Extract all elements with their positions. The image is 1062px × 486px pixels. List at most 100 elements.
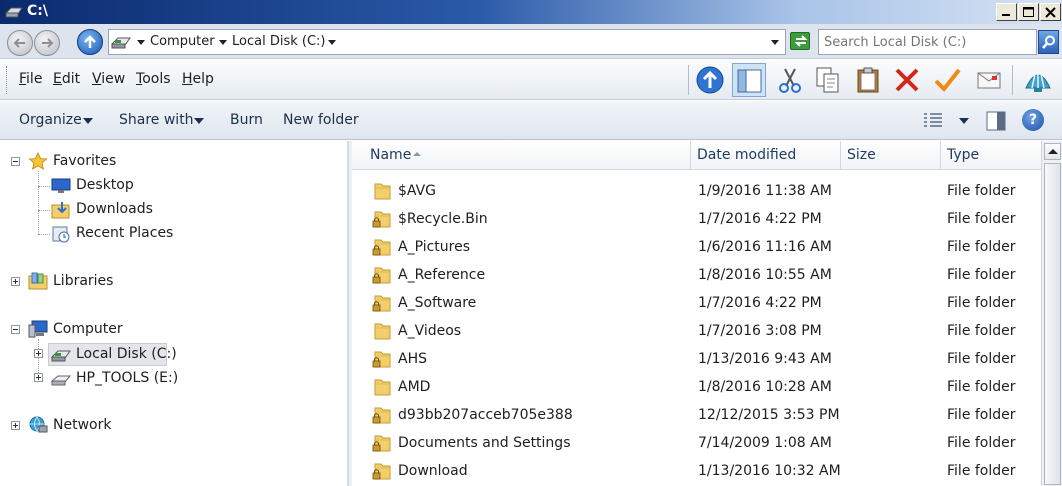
vertical-scrollbar[interactable]	[1041, 141, 1062, 486]
view-options-icon[interactable]	[923, 112, 943, 128]
nav-libraries[interactable]: Libraries	[53, 273, 113, 289]
minimize-icon	[1002, 14, 1010, 16]
column-header-name[interactable]: Name	[352, 141, 691, 170]
file-type: File folder	[947, 183, 1016, 199]
email-icon	[977, 72, 1001, 89]
search-button[interactable]	[1038, 30, 1059, 54]
table-row[interactable]: A_Software 1/7/2016 4:22 PM File folder	[352, 290, 1044, 318]
folder-icon	[374, 323, 391, 340]
minimize-button[interactable]	[996, 3, 1017, 21]
organize-chevron-icon[interactable]	[83, 118, 93, 124]
maximize-button[interactable]	[1018, 3, 1039, 21]
breadcrumb-local-disk[interactable]: Local Disk (C:)	[232, 34, 325, 49]
file-name: A_Pictures	[398, 239, 471, 255]
organize-button[interactable]: Organize	[19, 112, 82, 128]
table-row[interactable]: AMD 1/8/2016 10:28 AM File folder	[352, 374, 1044, 402]
column-header-size[interactable]: Size	[841, 141, 941, 170]
nav-downloads[interactable]: Downloads	[76, 201, 153, 217]
file-list[interactable]: Name Date modified Size Type $AVG 1/9/201…	[352, 141, 1062, 486]
tree-line	[38, 210, 50, 211]
email-button[interactable]	[972, 63, 1006, 97]
view-options-chevron-icon[interactable]	[959, 118, 969, 124]
seashell-button[interactable]	[1021, 63, 1055, 97]
toolbar-grip[interactable]	[6, 66, 9, 94]
file-name: AMD	[398, 379, 431, 395]
table-row[interactable]: AHS 1/13/2016 9:43 AM File folder	[352, 346, 1044, 374]
file-date: 1/13/2016 9:43 AM	[698, 351, 832, 367]
menu-view[interactable]: View	[92, 71, 125, 87]
close-button[interactable]	[1040, 3, 1061, 21]
paste-button[interactable]	[851, 63, 885, 97]
local-disk-expand-toggle[interactable]	[34, 349, 43, 358]
address-field[interactable]: Computer Local Disk (C:)	[108, 29, 786, 55]
breadcrumb-computer-chevron[interactable]	[219, 40, 227, 45]
table-row[interactable]: Documents and Settings 7/14/2009 1:08 AM F…	[352, 430, 1044, 458]
delete-button[interactable]	[890, 63, 924, 97]
downloads-icon	[51, 202, 70, 219]
copy-icon	[816, 67, 839, 93]
back-button[interactable]	[7, 30, 33, 56]
scroll-up-button[interactable]	[1044, 143, 1061, 160]
tree-line	[38, 186, 50, 187]
share-with-chevron-icon[interactable]	[194, 118, 204, 124]
file-type: File folder	[947, 267, 1016, 283]
table-row[interactable]: Download 1/13/2016 10:32 AM File folder	[352, 458, 1044, 486]
menu-file[interactable]: File	[19, 71, 42, 87]
column-header-type[interactable]: Type	[941, 141, 1044, 170]
menu-help[interactable]: Help	[182, 71, 214, 87]
up-button[interactable]	[77, 29, 103, 55]
nav-favorites[interactable]: Favorites	[53, 153, 116, 169]
share-with-button[interactable]: Share with	[119, 112, 194, 128]
copy-button[interactable]	[811, 63, 845, 97]
forward-arrow-icon	[42, 38, 54, 48]
table-row[interactable]: A_Videos 1/7/2016 3:08 PM File folder	[352, 318, 1044, 346]
nav-hp-tools[interactable]: HP_TOOLS (E:)	[76, 370, 178, 386]
nav-network[interactable]: Network	[53, 417, 111, 433]
table-row[interactable]: $AVG 1/9/2016 11:38 AM File folder	[352, 178, 1044, 206]
preview-pane-icon[interactable]	[986, 111, 1006, 131]
search-field[interactable]	[818, 29, 1037, 55]
favorites-collapse-toggle[interactable]	[11, 157, 20, 166]
table-row[interactable]: A_Reference 1/8/2016 10:55 AM File folder	[352, 262, 1044, 290]
file-name: AHS	[398, 351, 427, 367]
check-button[interactable]	[930, 63, 964, 97]
table-row[interactable]: $Recycle.Bin 1/7/2016 4:22 PM File folder	[352, 206, 1044, 234]
network-expand-toggle[interactable]	[11, 421, 20, 430]
scroll-up-icon	[1048, 149, 1058, 154]
title-bar[interactable]: C:\	[0, 0, 1062, 24]
column-header-date[interactable]: Date modified	[691, 141, 841, 170]
file-date: 1/13/2016 10:32 AM	[698, 463, 841, 479]
nav-desktop[interactable]: Desktop	[76, 177, 134, 193]
scroll-thumb[interactable]	[1044, 163, 1061, 485]
cut-button[interactable]	[773, 63, 807, 97]
drive-icon	[5, 7, 23, 18]
libraries-expand-toggle[interactable]	[11, 277, 20, 286]
address-history-chevron[interactable]	[771, 40, 779, 45]
table-row[interactable]: d93bb207acceb705e388 12/12/2015 3:53 PM Fi…	[352, 402, 1044, 430]
pane-toggle-button[interactable]	[732, 63, 766, 97]
menu-edit[interactable]: Edit	[53, 71, 80, 87]
file-name: Download	[398, 463, 468, 479]
up-folder-button[interactable]	[693, 63, 727, 97]
nav-computer[interactable]: Computer	[53, 321, 123, 337]
table-row[interactable]: A_Pictures 1/6/2016 11:16 AM File folder	[352, 234, 1044, 262]
search-input[interactable]	[824, 33, 1029, 51]
hp-tools-expand-toggle[interactable]	[34, 373, 43, 382]
file-type: File folder	[947, 323, 1016, 339]
menu-tools[interactable]: Tools	[136, 71, 171, 87]
local-disk-icon	[51, 350, 71, 362]
navigation-pane[interactable]: Favorites Desktop Downloads Recent Place…	[0, 141, 348, 486]
refresh-button[interactable]	[790, 32, 810, 50]
breadcrumb-computer[interactable]: Computer	[150, 34, 215, 49]
burn-button[interactable]: Burn	[230, 112, 263, 128]
nav-local-disk[interactable]: Local Disk (C:)	[76, 346, 177, 362]
new-folder-button[interactable]: New folder	[283, 112, 359, 128]
help-button[interactable]: ?	[1022, 109, 1044, 131]
folder-icon	[374, 183, 391, 200]
nav-recent-places[interactable]: Recent Places	[76, 225, 173, 241]
computer-collapse-toggle[interactable]	[11, 325, 20, 334]
forward-button[interactable]	[34, 30, 60, 56]
breadcrumb-local-disk-chevron[interactable]	[328, 40, 336, 45]
breadcrumb-root-chevron[interactable]	[137, 40, 145, 45]
seashell-icon	[1025, 72, 1051, 92]
